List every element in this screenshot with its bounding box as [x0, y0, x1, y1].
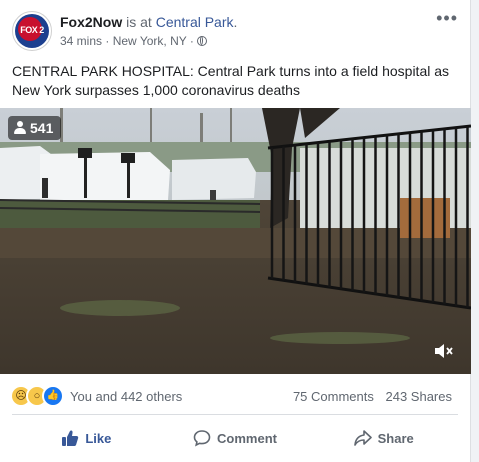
reaction-summary[interactable]: ☹ ○ 👍 You and 442 others [10, 385, 182, 407]
viewer-count: 541 [30, 120, 54, 136]
share-button[interactable]: Share [309, 419, 458, 457]
like-label: Like [85, 430, 112, 446]
post-header: FOX 2 Fox2Now is at Central Park. 34 min… [12, 9, 458, 55]
live-video[interactable]: 541 [0, 108, 471, 374]
like-button[interactable]: Like [12, 419, 161, 457]
viewer-icon [14, 121, 26, 135]
reaction-text[interactable]: You and 442 others [70, 389, 182, 404]
meta-separator-2: · [186, 34, 198, 48]
post-title-line: Fox2Now is at Central Park. [60, 14, 237, 30]
page-name-link[interactable]: Fox2Now [60, 14, 122, 30]
post-text: CENTRAL PARK HOSPITAL: Central Park turn… [12, 63, 450, 98]
share-icon [353, 430, 372, 446]
meta-separator: · [102, 34, 113, 48]
engagement-counts: 75 Comments 243 Shares [293, 389, 452, 404]
post-meta: 34 mins · New York, NY · [60, 34, 208, 48]
thumbs-up-icon [62, 430, 79, 446]
actions-divider [12, 414, 458, 415]
viewer-count-badge: 541 [8, 116, 62, 140]
like-icon: 👍 [42, 385, 64, 407]
page-avatar[interactable]: FOX 2 [12, 11, 52, 51]
comment-button[interactable]: Comment [161, 419, 310, 457]
comments-count[interactable]: 75 Comments [293, 389, 374, 404]
location-text: New York, NY [112, 34, 187, 48]
avatar-logo-text: FOX 2 [20, 25, 44, 35]
globe-icon [197, 36, 208, 46]
comment-label: Comment [217, 430, 277, 446]
is-at-text: is at [122, 14, 156, 30]
title-period: . [233, 14, 238, 30]
video-frame [0, 108, 471, 374]
comment-icon [193, 430, 211, 447]
timestamp-link[interactable]: 34 mins [60, 34, 102, 48]
shares-count[interactable]: 243 Shares [386, 389, 453, 404]
share-label: Share [377, 430, 414, 446]
more-options-icon[interactable]: ••• [436, 9, 458, 27]
mute-icon[interactable] [433, 342, 455, 360]
post-card: FOX 2 Fox2Now is at Central Park. 34 min… [0, 0, 471, 462]
place-link[interactable]: Central Park [156, 14, 234, 30]
action-bar: Like Comment Share [12, 419, 458, 457]
